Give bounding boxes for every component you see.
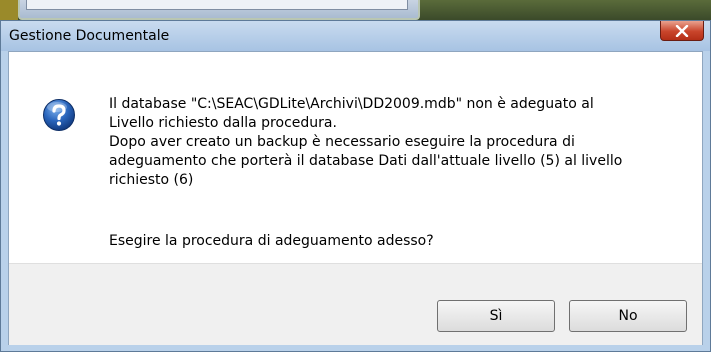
message-line: Dopo aver creato un backup è necessario … xyxy=(109,134,575,150)
background-window-frame xyxy=(18,0,420,20)
dialog-body: Il database "C:\SEAC\GDLite\Archivi\DD20… xyxy=(8,51,703,345)
question-icon xyxy=(42,98,76,132)
dialog-title: Gestione Documentale xyxy=(9,28,170,44)
dialog-question: Esegire la procedura di adeguamento ades… xyxy=(109,233,434,249)
background-window-content xyxy=(26,0,408,10)
message-dialog: Gestione Documentale Il database "C:\SEA… xyxy=(0,20,711,352)
no-button[interactable]: No xyxy=(569,300,687,332)
message-line: richiesto (6) xyxy=(109,172,194,188)
title-bar[interactable]: Gestione Documentale xyxy=(1,21,710,51)
message-line: Livello richiesto dalla procedura. xyxy=(109,115,337,131)
close-icon xyxy=(675,24,689,37)
button-bar: Sì No xyxy=(9,263,702,345)
close-button[interactable] xyxy=(660,21,704,41)
message-line: Il database "C:\SEAC\GDLite\Archivi\DD20… xyxy=(109,96,594,112)
dialog-message: Il database "C:\SEAC\GDLite\Archivi\DD20… xyxy=(109,95,679,190)
yes-button[interactable]: Sì xyxy=(437,300,555,332)
message-line: adeguamento che porterà il database Dati… xyxy=(109,153,623,169)
background-window-edge xyxy=(0,0,18,20)
background-window-strip xyxy=(0,0,711,20)
